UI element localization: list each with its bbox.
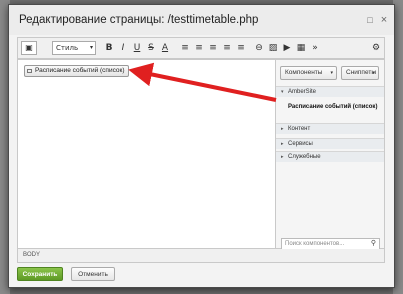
arrow-line xyxy=(128,62,277,102)
annotation-arrow xyxy=(128,62,277,102)
